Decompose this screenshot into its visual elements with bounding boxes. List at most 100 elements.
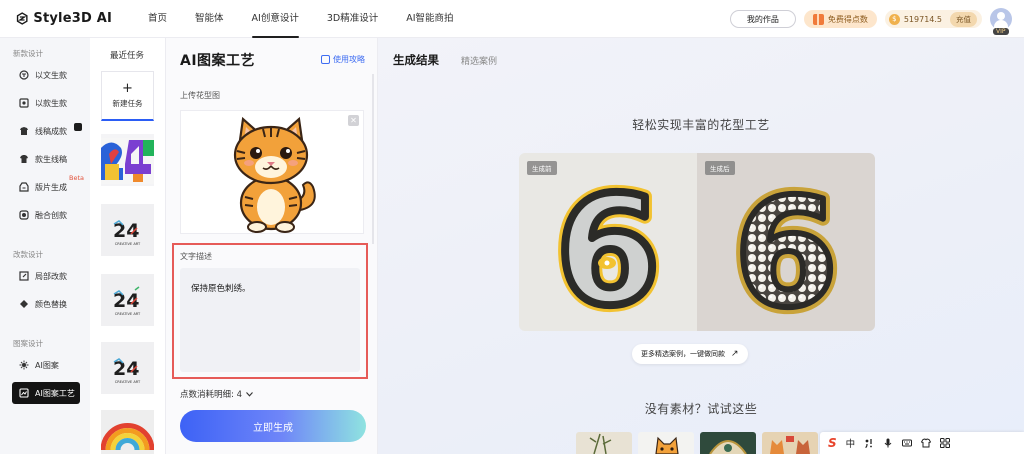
- uploaded-pattern-image[interactable]: ✕: [180, 110, 364, 234]
- badge-sample-image: [709, 440, 747, 454]
- before-image: 6 6 生成前: [519, 153, 697, 331]
- sidebar-item-design-to-design[interactable]: 以款生款: [12, 92, 80, 114]
- text-to-design-icon: [19, 70, 29, 80]
- creative-art-24-thumbnail: 24 CREATIVE ART: [101, 204, 154, 256]
- sidebar-item-label: 颜色替换: [35, 299, 67, 309]
- sidebar-item-label: 款生线稿: [35, 154, 67, 164]
- nav-home[interactable]: 首页: [148, 0, 167, 38]
- vip-badge: VIP: [993, 28, 1009, 35]
- coin-icon: $: [888, 13, 900, 25]
- before-after-comparison: 6 6 生成前 6 6 生成后: [519, 153, 875, 331]
- recharge-button[interactable]: 充值: [950, 11, 977, 27]
- user-avatar[interactable]: VIP: [990, 8, 1012, 35]
- panel-scrollbar[interactable]: [372, 74, 374, 244]
- recent-tasks-title: 最近任务: [110, 51, 145, 61]
- recent-task-thumb[interactable]: [101, 410, 154, 454]
- after-image: 6 6 生成后: [697, 153, 875, 331]
- nav-ai-creative-design[interactable]: AI创意设计: [251, 0, 300, 38]
- skin-shirt-icon[interactable]: [921, 438, 932, 448]
- free-points-label: 免费得点数: [827, 14, 868, 24]
- generate-button[interactable]: 立即生成: [180, 410, 366, 442]
- recent-task-thumb[interactable]: [101, 134, 154, 186]
- colorful-24-thumbnail: [101, 138, 154, 184]
- arrow-up-right-icon: ↗: [731, 349, 739, 359]
- new-tag-icon: [74, 123, 82, 131]
- sidebar-item-label: 版片生成: [35, 182, 67, 192]
- toolbox-grid-icon[interactable]: [940, 438, 951, 448]
- thumb-number: 24: [113, 358, 139, 380]
- style3d-logo-icon: [16, 12, 28, 25]
- brand-logo[interactable]: Style3D AI: [16, 11, 112, 26]
- sidebar-item-pattern-craft[interactable]: AI图案工艺: [12, 382, 80, 404]
- remove-image-button[interactable]: ✕: [348, 115, 359, 126]
- creative-art-24-thumbnail: 24 CREATIVE ART: [101, 274, 154, 326]
- recent-tasks-panel: 最近任务 + 新建任务 24 CREATIVE ART 24 CREATIVE …: [90, 38, 166, 454]
- ai-pattern-icon: [19, 360, 29, 370]
- shirt-icon: [20, 155, 28, 163]
- keyboard-icon[interactable]: [902, 438, 913, 448]
- sample-cat-pattern[interactable]: [762, 432, 818, 454]
- nav-ai-photo[interactable]: AI智能商拍: [406, 0, 453, 38]
- sidebar-item-label: AI图案: [35, 360, 59, 370]
- result-tabs: 生成结果 精选案例: [393, 52, 497, 68]
- sidebar-item-label: 线稿成款: [35, 126, 67, 136]
- description-textarea[interactable]: 保持原色刺绣。: [180, 268, 360, 372]
- cat-sample-image: [655, 436, 679, 454]
- thumb-caption: CREATIVE ART: [115, 312, 141, 316]
- sample-cat[interactable]: [638, 432, 694, 454]
- cartoon-cat-image: [233, 116, 316, 233]
- result-area: 生成结果 精选案例 轻松实现丰富的花型工艺 6 6 生成前 6 6 生成后 更多…: [378, 38, 1024, 454]
- ime-mode-toggle[interactable]: 中: [846, 436, 856, 450]
- creative-art-24-thumbnail: 24 CREATIVE ART: [101, 342, 154, 394]
- usage-guide-link[interactable]: 使用攻略: [321, 54, 365, 65]
- color-replace-icon: [20, 300, 28, 308]
- sample-section-title: 没有素材？试试这些: [644, 402, 758, 416]
- thumb-number: 24: [113, 220, 139, 242]
- more-cases-button[interactable]: 更多精选案例，一键做同款 ↗: [632, 344, 748, 364]
- sidebar-item-design-to-lineart[interactable]: 款生线稿: [12, 148, 80, 170]
- after-badge: 生成后: [705, 161, 735, 175]
- sidebar-item-partial-edit[interactable]: 局部改款: [12, 265, 80, 287]
- partial-edit-icon: [19, 271, 29, 281]
- points-cost-detail[interactable]: 点数消耗明细: 4: [180, 388, 253, 400]
- recent-task-thumb[interactable]: 24 CREATIVE ART: [101, 342, 154, 394]
- tab-results[interactable]: 生成结果: [393, 52, 439, 68]
- recent-task-thumb[interactable]: 24 CREATIVE ART: [101, 204, 154, 256]
- my-works-button[interactable]: 我的作品: [729, 10, 796, 28]
- sidebar-item-pattern-piece[interactable]: 版片生成 Beta: [12, 174, 84, 198]
- cat-pattern-sample-image: [770, 436, 810, 454]
- sample-bamboo[interactable]: [576, 432, 632, 454]
- punctuation-icon[interactable]: [864, 438, 874, 448]
- free-points-button[interactable]: 免费得点数: [803, 10, 877, 28]
- sidebar-item-color-replace[interactable]: 颜色替换: [12, 293, 80, 315]
- tab-featured-cases[interactable]: 精选案例: [461, 54, 497, 67]
- more-cases-label: 更多精选案例，一键做同款: [641, 350, 725, 358]
- nav-3d-design[interactable]: 3D精准设计: [327, 0, 378, 38]
- panel-title: AI图案工艺: [180, 53, 256, 69]
- digit-6-pearl-embroidery: 6 6: [727, 160, 845, 331]
- sidebar-item-ai-pattern[interactable]: AI图案: [12, 354, 80, 376]
- points-cost-label: 点数消耗明细: 4: [180, 390, 242, 400]
- before-digit: 6: [556, 165, 660, 331]
- nav-agent[interactable]: 智能体: [195, 0, 224, 38]
- feature-slogan: 轻松实现丰富的花型工艺: [632, 118, 770, 132]
- new-task-button[interactable]: + 新建任务: [101, 71, 154, 121]
- fusion-icon: [19, 210, 29, 220]
- sidebar-item-fusion[interactable]: 融合创款: [12, 204, 80, 226]
- sidebar-item-label: 融合创款: [35, 210, 67, 220]
- usage-guide-label: 使用攻略: [333, 55, 365, 64]
- sidebar-item-text-to-design[interactable]: 以文生款: [12, 64, 80, 86]
- points-balance: $ 519714.5 充值: [884, 10, 982, 28]
- sample-badge[interactable]: [700, 432, 756, 454]
- chevron-down-icon: [246, 391, 253, 397]
- thumb-caption: CREATIVE ART: [115, 380, 141, 384]
- plus-icon: +: [122, 80, 133, 96]
- sidebar-item-label: 以款生款: [35, 98, 67, 108]
- microphone-icon[interactable]: [883, 438, 893, 448]
- recent-task-thumb[interactable]: 24 CREATIVE ART: [101, 274, 154, 326]
- sidebar-item-label: 以文生款: [35, 70, 67, 80]
- before-badge: 生成前: [527, 161, 557, 175]
- sidebar-item-lineart[interactable]: 线稿成款: [12, 120, 82, 142]
- sogou-logo-icon[interactable]: S: [828, 436, 837, 450]
- brand-name: Style3D AI: [33, 11, 112, 26]
